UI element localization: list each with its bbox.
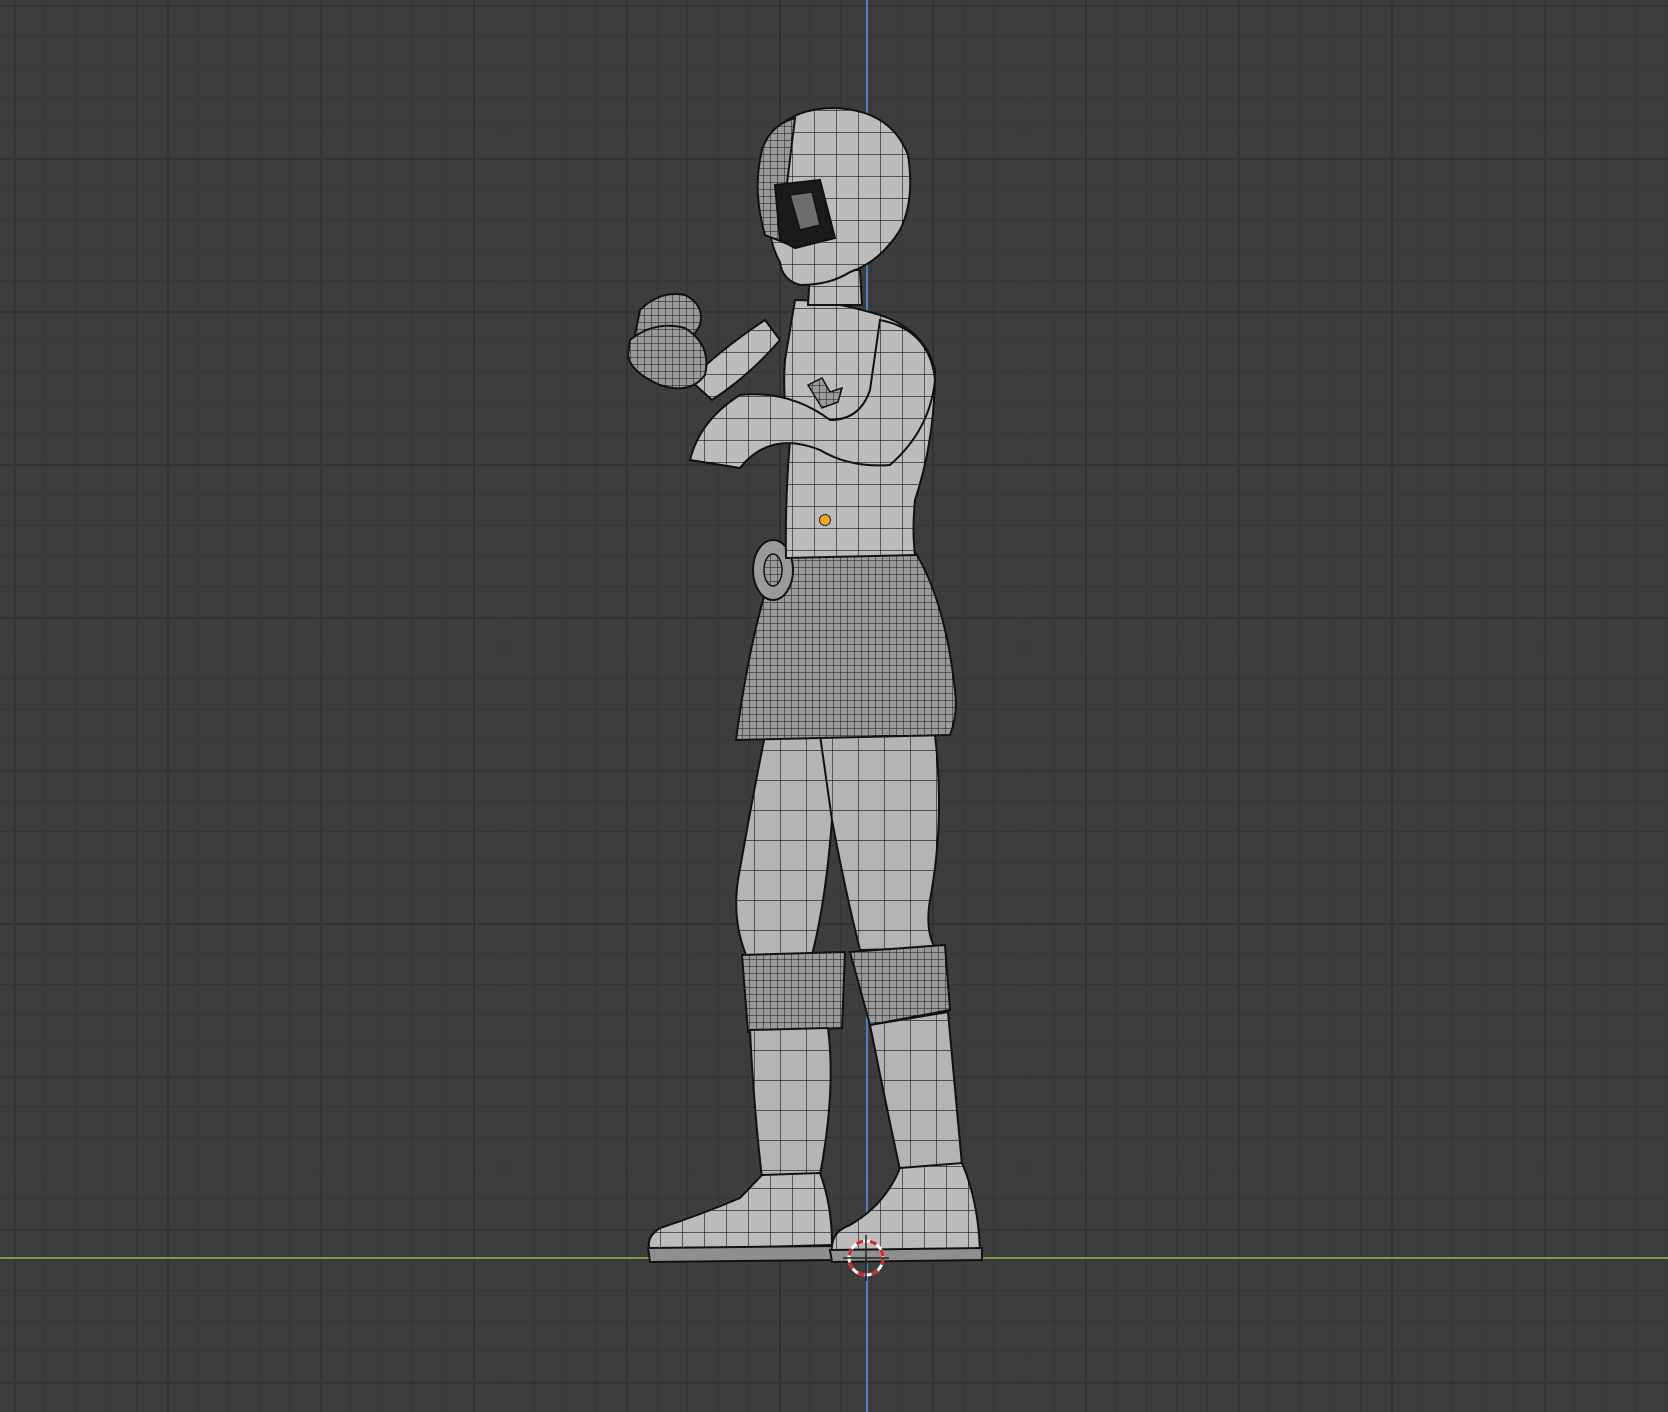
front-leg — [818, 734, 983, 1264]
helmet — [756, 106, 912, 287]
object-origin-icon[interactable] — [819, 514, 831, 526]
character-mesh[interactable] — [0, 0, 1668, 1412]
back-leg — [646, 734, 847, 1264]
3d-viewport[interactable] — [0, 0, 1668, 1412]
hands — [626, 293, 708, 390]
